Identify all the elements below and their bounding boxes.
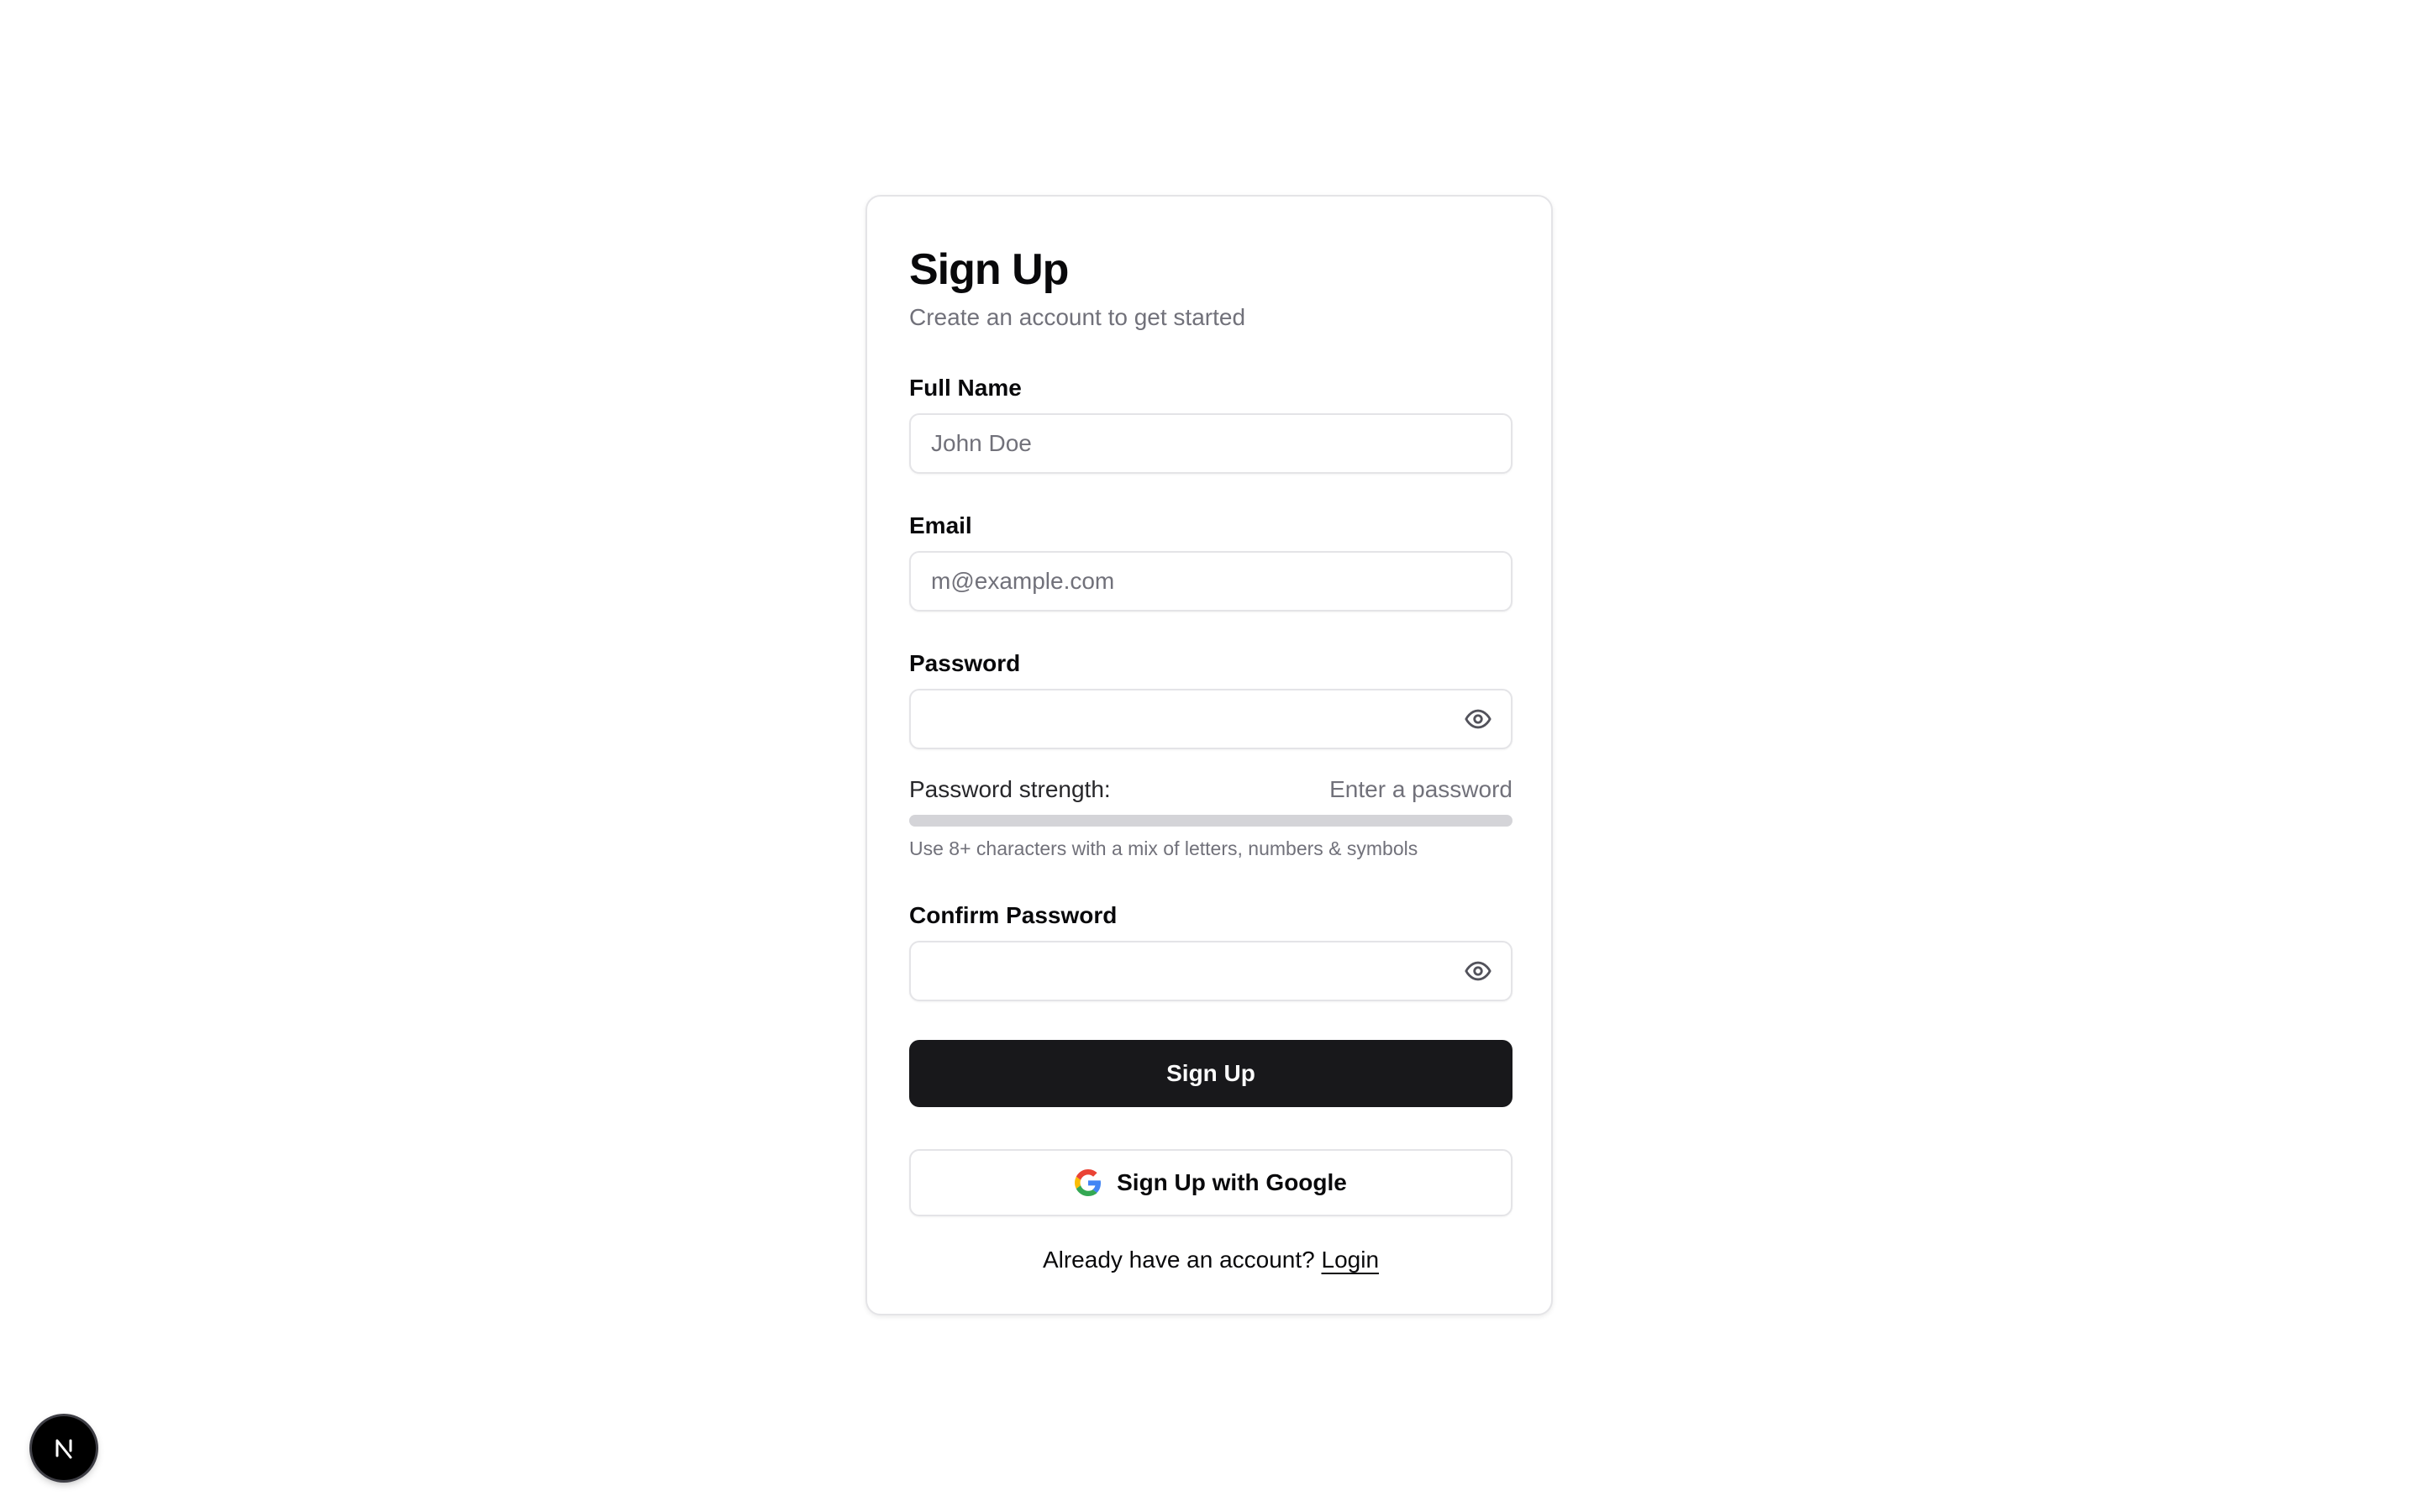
password-label: Password — [909, 650, 1021, 676]
nextjs-dev-badge[interactable] — [32, 1416, 96, 1480]
sign-up-with-google-button[interactable]: Sign Up with Google — [909, 1149, 1512, 1216]
password-input[interactable] — [911, 690, 1511, 748]
page-subtitle: Create an account to get started — [909, 304, 1246, 330]
nextjs-logo-icon — [55, 1439, 72, 1459]
confirm-password-field-wrapper — [909, 941, 1512, 1001]
password-strength-label: Password strength: — [909, 776, 1111, 802]
email-field-wrapper — [909, 551, 1512, 612]
signup-card: Sign Up Create an account to get started… — [865, 195, 1553, 1315]
full-name-label: Full Name — [909, 375, 1022, 401]
email-input[interactable] — [911, 553, 1511, 610]
google-icon — [1075, 1169, 1102, 1196]
eye-icon[interactable] — [1464, 957, 1492, 985]
signup-card-content: Sign Up Create an account to get started… — [909, 197, 1512, 1314]
password-hint: Use 8+ characters with a mix of letters,… — [909, 837, 1418, 859]
page-title: Sign Up — [909, 245, 1069, 294]
sign-up-button[interactable]: Sign Up — [909, 1040, 1512, 1107]
confirm-password-input[interactable] — [911, 942, 1511, 1000]
full-name-field-wrapper — [909, 413, 1512, 474]
email-label: Email — [909, 512, 972, 538]
confirm-password-label: Confirm Password — [909, 902, 1118, 928]
login-prompt: Already have an account? Login — [909, 1245, 1512, 1275]
login-link[interactable]: Login — [1322, 1247, 1380, 1273]
eye-icon[interactable] — [1464, 705, 1492, 733]
password-strength-bar — [909, 815, 1512, 827]
sign-up-with-google-label: Sign Up with Google — [1117, 1169, 1347, 1195]
password-field-wrapper — [909, 689, 1512, 749]
full-name-input[interactable] — [911, 415, 1511, 472]
login-prompt-text: Already have an account? — [1042, 1247, 1315, 1273]
password-strength-status: Enter a password — [1329, 776, 1512, 802]
